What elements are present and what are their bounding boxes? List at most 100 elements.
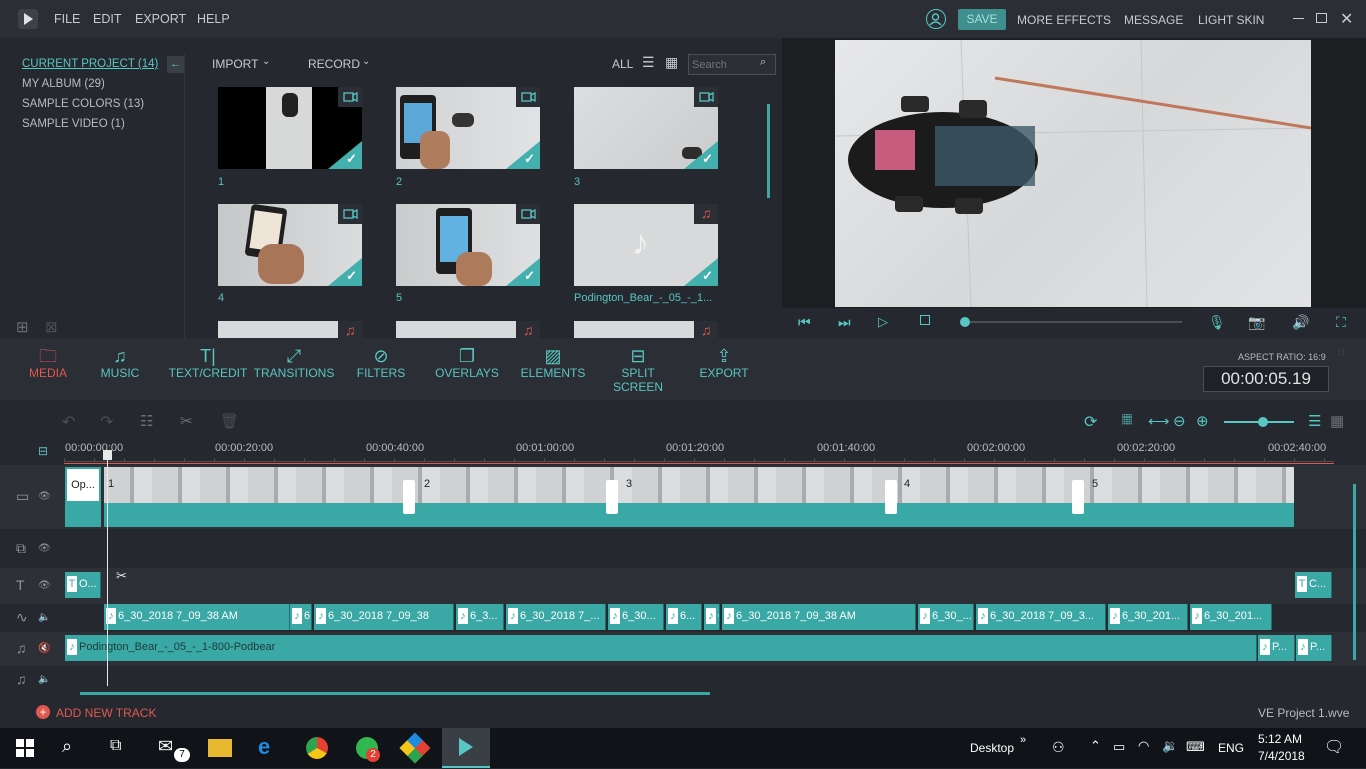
audio-clip[interactable]: ♪6 [704,604,720,630]
media-thumb-audio[interactable]: ♪ ♫ ✓ [574,204,718,286]
video-clip-strip[interactable] [104,467,1294,527]
text-clip-credit[interactable]: T C... [1295,572,1332,598]
grid-icon[interactable]: ▦ [1330,412,1344,430]
audio-clip[interactable]: ♪6 [290,604,312,630]
camera-snapshot-icon[interactable]: 📷 [1248,314,1265,331]
save-button[interactable]: SAVE [958,9,1006,30]
task-view-icon[interactable]: ⧉ [110,737,121,755]
media-thumb-audio-4[interactable]: ♫ [574,321,718,338]
redo-icon[interactable]: ↷ [100,412,113,432]
battery-icon[interactable]: ▭ [1113,739,1125,755]
filter-all[interactable]: ALL [612,57,633,71]
timeline-horizontal-scrollbar[interactable] [80,692,710,695]
collapse-arrow-icon[interactable]: ← [167,56,184,73]
eye-icon[interactable]: 👁 [38,491,51,502]
menu-help[interactable]: HELP [197,12,230,26]
audio-clip[interactable]: ♪ 6_30... [608,604,664,630]
render-preview-icon[interactable]: ⟳ [1084,412,1097,432]
playback-slider-handle[interactable] [960,317,970,327]
tab-export[interactable]: ⇪ EXPORT [696,338,752,380]
record-dropdown[interactable]: RECORD [308,57,360,71]
snap-icon[interactable]: ⊟ [38,444,48,458]
media-thumb-audio-2[interactable]: ♫ [218,321,362,338]
zoom-out-icon[interactable]: ⊖ [1173,412,1186,430]
delete-icon[interactable]: 🗑 [220,412,239,430]
audio-clip[interactable]: ♪ 6_3... [456,604,504,630]
eye-icon[interactable]: 👁 [38,580,51,591]
audio-clip[interactable]: ♪ 6_30_2018 7_... [506,604,606,630]
cut-icon[interactable]: ✂ [180,412,193,430]
media-scrollbar[interactable] [767,104,770,198]
audio-clip[interactable]: ♪ 6... [666,604,702,630]
desktop-toolbar[interactable]: Desktop [970,741,1014,755]
file-explorer-icon[interactable] [208,739,232,757]
chevron-right-icon[interactable]: » [1020,734,1026,746]
scissors-icon[interactable]: ✂ [116,568,127,584]
audio-clip[interactable]: ♪ 6_30_2018 7_09_38 AM [104,604,290,630]
media-thumb-1[interactable]: ✓ [218,87,362,169]
volume-icon[interactable]: 🔉 [1162,738,1178,754]
app-icon[interactable] [399,732,431,764]
clock-time[interactable]: 5:12 AM [1258,732,1302,746]
mute-icon[interactable]: 🔇 [38,643,50,654]
search-icon[interactable]: ⌕ [760,56,766,69]
minimize-icon[interactable] [1293,18,1304,19]
add-icon[interactable]: + [36,705,50,719]
import-dropdown[interactable]: IMPORT [212,57,258,71]
grid-view-icon[interactable]: ▦ [665,54,678,71]
library-sample-video[interactable]: SAMPLE VIDEO (1) [22,118,125,130]
audio-clip[interactable]: ♪ 6_30_2018 7_09_38 [314,604,454,630]
fullscreen-icon[interactable]: ⛶ [1336,314,1346,331]
delete-folder-icon[interactable]: ⊠ [45,318,58,336]
people-icon[interactable]: ⚇ [1052,739,1065,756]
playhead-line[interactable] [107,452,108,686]
light-skin-link[interactable]: LIGHT SKIN [1198,13,1264,27]
message-link[interactable]: MESSAGE [1124,13,1183,27]
menu-edit[interactable]: EDIT [93,12,121,26]
microphone-icon[interactable]: 🎙 [1208,314,1226,331]
audio-clip[interactable]: ♪ 6_30_201... [1190,604,1272,630]
stop-icon[interactable] [920,315,930,325]
list-view-icon[interactable]: ☰ [642,54,655,71]
library-my-album[interactable]: MY ALBUM (29) [22,78,105,90]
step-back-icon[interactable]: ⏭ [838,314,851,331]
record-chevron-down-icon[interactable]: ⌄ [362,56,370,67]
media-thumb-5[interactable]: ✓ [396,204,540,286]
audio-clip[interactable]: ♪ 6_30_2018 7_09_3... [976,604,1106,630]
zoom-in-icon[interactable]: ⊕ [1196,412,1209,430]
undo-icon[interactable]: ↶ [62,412,75,432]
import-chevron-down-icon[interactable]: ⌄ [262,56,270,67]
tab-text-credit[interactable]: T| TEXT/CREDIT [166,338,250,380]
add-new-track-link[interactable]: ADD NEW TRACK [56,706,156,720]
list-icon[interactable]: ☰ [1308,412,1321,430]
text-clip-opener[interactable]: T O... [65,572,101,598]
close-icon[interactable]: ✕ [1340,9,1353,29]
transition-marker[interactable] [1072,480,1084,514]
media-thumb-4[interactable]: ✓ [218,204,362,286]
menu-export[interactable]: EXPORT [135,12,186,26]
keyboard-icon[interactable]: ⌨ [1186,739,1205,755]
media-thumb-3[interactable]: ✓ [574,87,718,169]
tab-split-screen[interactable]: ⊟ SPLIT SCREEN [596,338,680,394]
tab-media[interactable]: 🗀 MEDIA [22,338,74,380]
skip-back-icon[interactable]: ⏮ [798,314,811,331]
clock-date[interactable]: 7/4/2018 [1258,749,1305,763]
audio-mixer-icon[interactable]: 𝄜 [1122,412,1132,429]
chevron-up-icon[interactable]: ⌃ [1090,738,1101,754]
tab-elements[interactable]: ▨ ELEMENTS [518,338,588,380]
mail-icon[interactable]: ✉ [158,736,173,757]
language-indicator[interactable]: ENG [1218,741,1244,755]
media-thumb-audio-3[interactable]: ♫ [396,321,540,338]
filmora-taskbar-button[interactable] [442,728,490,768]
tab-transitions[interactable]: ⤢ TRANSITIONS [252,338,336,380]
adjust-icon[interactable]: ☷ [140,412,153,430]
more-effects-link[interactable]: MORE EFFECTS [1017,13,1111,27]
library-sample-colors[interactable]: SAMPLE COLORS (13) [22,98,144,110]
audio-clip[interactable]: ♪ 6_30_201... [1108,604,1188,630]
tab-filters[interactable]: ⊘ FILTERS [352,338,410,380]
library-current-project[interactable]: CURRENT PROJECT (14) [22,58,158,70]
maximize-icon[interactable] [1316,13,1327,23]
video-clip-opener[interactable]: Op... [65,467,101,527]
edge-icon[interactable]: e [258,734,270,760]
play-icon[interactable]: ▷ [878,314,888,330]
